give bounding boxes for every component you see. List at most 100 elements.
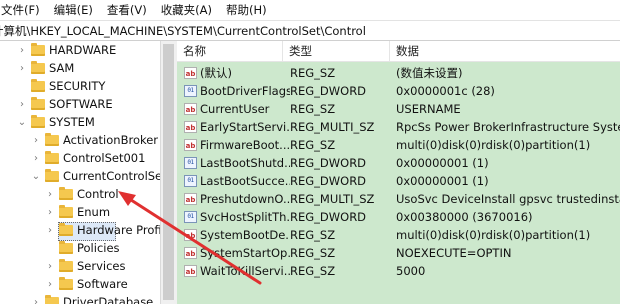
table-row[interactable]: ab (默认) REG_SZ (数值未设置)	[177, 64, 620, 82]
value-type: REG_SZ	[290, 102, 336, 116]
chevron-down-icon[interactable]: ⌄	[16, 113, 28, 131]
folder-icon	[45, 294, 59, 304]
tree-item-security[interactable]: SECURITY	[16, 77, 105, 95]
tree-item-software[interactable]: › SOFTWARE	[16, 95, 113, 113]
value-data: multi(0)disk(0)rdisk(0)partition(1)	[396, 138, 591, 152]
binary-value-icon: 01	[184, 157, 197, 169]
chevron-icon[interactable]: ›	[44, 275, 56, 293]
value-name-cell: ab SystemStartOp...	[184, 244, 290, 262]
menu-view[interactable]: 查看(V)	[96, 2, 154, 18]
table-row[interactable]: 01 LastBootShutd... REG_DWORD 0x00000001 (1…	[177, 154, 620, 172]
binary-value-icon: 01	[184, 85, 197, 97]
tree-item-policies[interactable]: Policies	[44, 239, 120, 257]
tree-item-currentcontrolset[interactable]: ⌄ CurrentControlSet	[30, 167, 160, 185]
chevron-icon[interactable]: ›	[16, 95, 28, 113]
table-row[interactable]: 01 LastBootSucce... REG_DWORD 0x00000001 (1…	[177, 172, 620, 190]
chevron-icon	[16, 77, 28, 95]
chevron-icon[interactable]: ›	[30, 149, 42, 167]
value-type: REG_SZ	[290, 138, 336, 152]
folder-icon	[45, 132, 59, 146]
table-row[interactable]: ab EarlyStartServi... REG_MULTI_SZ RpcSs Po…	[177, 118, 620, 136]
folder-icon	[59, 222, 73, 236]
tree-item-driverdatabase[interactable]: › DriverDatabase	[30, 293, 153, 304]
tree-item-hardware-profiles[interactable]: › Hardware Profil	[44, 221, 160, 239]
folder-icon	[31, 42, 45, 56]
chevron-icon[interactable]: ›	[44, 185, 56, 203]
value-type: REG_SZ	[290, 246, 336, 260]
chevron-icon[interactable]: ›	[44, 257, 56, 275]
menu-edit[interactable]: 编辑(E)	[43, 2, 100, 18]
chevron-icon[interactable]: ›	[16, 59, 28, 77]
table-row[interactable]: 01 BootDriverFlags REG_DWORD 0x0000001c (28…	[177, 82, 620, 100]
column-header-name[interactable]: 名称	[177, 41, 283, 61]
string-value-icon: ab	[184, 193, 197, 205]
value-type: REG_DWORD	[290, 210, 367, 224]
menu-file[interactable]: 文件(F)	[0, 2, 47, 18]
tree-item-label: Services	[77, 259, 126, 273]
value-name: SystemBootDe...	[200, 228, 290, 242]
chevron-icon[interactable]: ›	[44, 221, 56, 239]
string-value-icon: ab	[184, 139, 197, 151]
table-row[interactable]: ab CurrentUser REG_SZ USERNAME	[177, 100, 620, 118]
table-row[interactable]: ab SystemBootDe... REG_SZ multi(0)disk(0)rd…	[177, 226, 620, 244]
column-header-type[interactable]: 类型	[283, 41, 390, 61]
chevron-down-icon[interactable]: ⌄	[30, 167, 42, 185]
tree-item-system[interactable]: ⌄ SYSTEM	[16, 113, 95, 131]
value-type: REG_MULTI_SZ	[290, 120, 375, 134]
tree-item-controlset001[interactable]: › ControlSet001	[30, 149, 145, 167]
value-name: SystemStartOp...	[200, 246, 290, 260]
table-row[interactable]: ab WaitToKillServi... REG_SZ 5000	[177, 262, 620, 280]
menu-favorites[interactable]: 收藏夹(A)	[150, 2, 219, 18]
tree-item-hardware[interactable]: › HARDWARE	[16, 41, 116, 59]
folder-icon	[59, 276, 73, 290]
folder-icon	[31, 78, 45, 92]
chevron-icon[interactable]: ›	[30, 293, 42, 304]
table-row[interactable]: 01 SvcHostSplitTh... REG_DWORD 0x00380000 (…	[177, 208, 620, 226]
menu-bar: 文件(F) 编辑(E) 查看(V) 收藏夹(A) 帮助(H)	[0, 0, 620, 20]
string-value-icon: ab	[184, 121, 197, 133]
value-name-cell: ab FirmwareBoot...	[184, 136, 290, 154]
value-name: SvcHostSplitTh...	[200, 210, 290, 224]
value-name-cell: 01 LastBootShutd...	[184, 154, 290, 172]
value-data: NOEXECUTE=OPTIN	[396, 246, 512, 260]
tree-item-software-sub[interactable]: › Software	[44, 275, 128, 293]
string-value-icon: ab	[184, 103, 197, 115]
table-row[interactable]: ab SystemStartOp... REG_SZ NOEXECUTE=OPTIN	[177, 244, 620, 262]
column-header: 名称 类型 数据	[177, 41, 620, 62]
chevron-icon[interactable]: ›	[16, 41, 28, 59]
value-data: multi(0)disk(0)rdisk(0)partition(1)	[396, 228, 591, 242]
tree-item-services[interactable]: › Services	[44, 257, 126, 275]
value-name: BootDriverFlags	[200, 84, 290, 98]
folder-icon	[59, 186, 73, 200]
scrollbar-thumb[interactable]	[163, 44, 174, 300]
address-bar[interactable]: 计算机\HKEY_LOCAL_MACHINE\SYSTEM\CurrentCon…	[0, 20, 620, 41]
value-name: LastBootSucce...	[200, 174, 290, 188]
string-value-icon: ab	[184, 265, 197, 277]
column-header-data[interactable]: 数据	[390, 41, 620, 61]
value-name: WaitToKillServi...	[200, 264, 290, 278]
tree-item-enum[interactable]: › Enum	[44, 203, 110, 221]
folder-icon	[31, 60, 45, 74]
folder-icon	[59, 258, 73, 272]
value-name-cell: ab EarlyStartServi...	[184, 118, 290, 136]
table-row[interactable]: ab PreshutdownO... REG_MULTI_SZ UsoSvc Devi…	[177, 190, 620, 208]
value-name-cell: ab PreshutdownO...	[184, 190, 290, 208]
folder-icon	[59, 204, 73, 218]
value-name: (默认)	[200, 66, 232, 80]
tree-item-control[interactable]: › Control	[44, 185, 119, 203]
value-type: REG_SZ	[290, 66, 336, 80]
address-path[interactable]: 计算机\HKEY_LOCAL_MACHINE\SYSTEM\CurrentCon…	[0, 23, 366, 39]
value-data: USERNAME	[396, 102, 461, 116]
tree-item-activationbroker[interactable]: › ActivationBroker	[30, 131, 158, 149]
value-data: 0x00000001 (1)	[396, 156, 489, 170]
menu-help[interactable]: 帮助(H)	[215, 2, 274, 18]
chevron-icon[interactable]: ›	[30, 131, 42, 149]
tree-item-sam[interactable]: › SAM	[16, 59, 74, 77]
value-name-cell: ab SystemBootDe...	[184, 226, 290, 244]
tree-item-label: SAM	[49, 61, 75, 75]
chevron-icon[interactable]: ›	[44, 203, 56, 221]
tree-item-label: CurrentControlSet	[63, 169, 160, 183]
table-row[interactable]: ab FirmwareBoot... REG_SZ multi(0)disk(0)rd…	[177, 136, 620, 154]
value-name: EarlyStartServi...	[200, 120, 290, 134]
tree-item-label: Hardware Profil	[77, 223, 160, 237]
